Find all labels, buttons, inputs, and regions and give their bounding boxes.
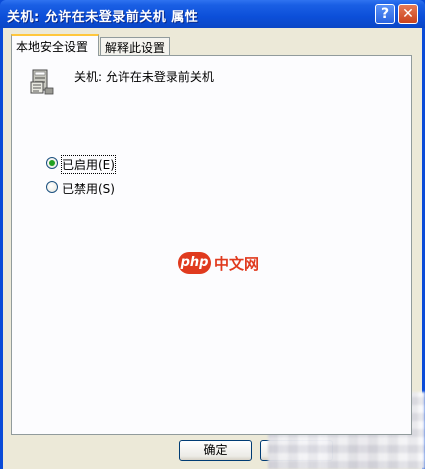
- computer-policy-icon: [30, 69, 54, 95]
- tab-explain-setting[interactable]: 解释此设置: [100, 37, 170, 55]
- ok-button[interactable]: 确定: [179, 440, 252, 461]
- enabled-radio[interactable]: [46, 157, 58, 169]
- window-title: 关机: 允许在未登录前关机 属性: [7, 10, 199, 25]
- title-bar[interactable]: 关机: 允许在未登录前关机 属性 ? ✕: [0, 0, 425, 28]
- watermark-logo: php: [178, 252, 211, 274]
- close-icon: ✕: [402, 6, 414, 22]
- dialog-body: 本地安全设置 解释此设置 关机: 允许在未登录前关机 已启用(E) 已禁用(S)…: [3, 28, 422, 469]
- disabled-radio[interactable]: [46, 181, 58, 193]
- watermark-text: 中文网: [214, 255, 260, 273]
- properties-dialog: 关机: 允许在未登录前关机 属性 ? ✕ 本地安全设置 解释此设置 关机: 允许…: [0, 0, 425, 469]
- enabled-label[interactable]: 已启用(E): [61, 155, 116, 174]
- policy-name: 关机: 允许在未登录前关机: [74, 70, 214, 84]
- help-button[interactable]: ?: [375, 4, 395, 24]
- tab-local-security-setting[interactable]: 本地安全设置: [11, 34, 99, 56]
- close-button[interactable]: ✕: [398, 4, 418, 24]
- disabled-label[interactable]: 已禁用(S): [62, 180, 115, 197]
- tab-panel: 关机: 允许在未登录前关机 已启用(E) 已禁用(S) php 中文网: [11, 55, 412, 435]
- help-icon: ?: [380, 6, 390, 22]
